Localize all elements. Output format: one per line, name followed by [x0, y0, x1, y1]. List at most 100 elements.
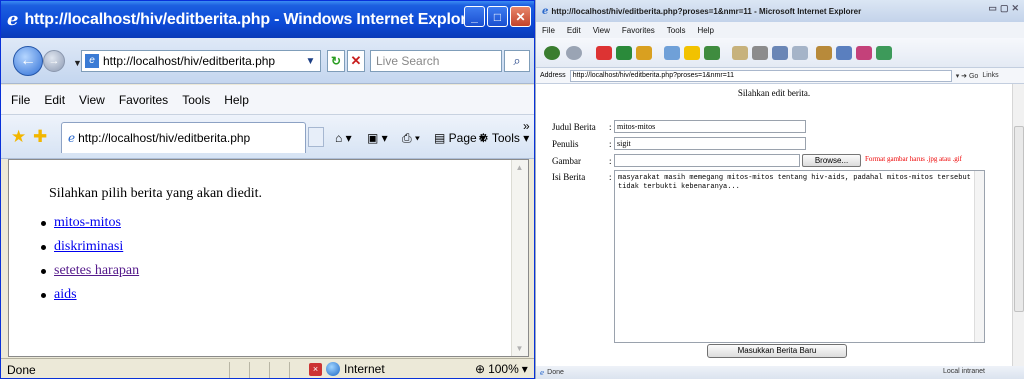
add-favorites-icon[interactable]: ✚	[33, 127, 47, 147]
intro-text: Silahkan pilih berita yang akan diedit.	[49, 186, 263, 201]
minimize-button[interactable]: _	[464, 6, 485, 27]
research-icon[interactable]	[816, 46, 832, 60]
address-field[interactable]: e http://localhost/hiv/editberita.php	[81, 50, 321, 72]
menu-favorites[interactable]: Favorites	[622, 26, 655, 35]
title-bar: e http://localhost/hiv/editberita.php - …	[1, 1, 534, 38]
back-button[interactable]: ←	[13, 46, 43, 76]
discuss-icon[interactable]	[792, 46, 808, 60]
search-input[interactable]: Live Search	[370, 50, 502, 72]
address-dropdown-icon[interactable]: ▼	[301, 50, 320, 72]
zoom-level: 100%	[488, 362, 519, 376]
zoom-control[interactable]: ⊕ 100% ▾	[475, 362, 528, 376]
favorites-icon[interactable]	[684, 46, 700, 60]
address-field[interactable]: http://localhost/hiv/editberita.php?pros…	[569, 69, 952, 82]
history-icon[interactable]	[704, 46, 720, 60]
menu-favorites[interactable]: Favorites	[119, 93, 168, 107]
maximize-button[interactable]: □	[487, 6, 508, 27]
list-item: diskriminasi	[39, 235, 139, 259]
tools-menu-label: Tools	[491, 131, 520, 145]
page-content: Silahkan edit berita. Judul Berita : mit…	[536, 84, 1012, 366]
toolbar-overflow-icon[interactable]: »	[523, 119, 530, 133]
gambar-file-input[interactable]	[614, 154, 800, 167]
zone-label: Local intranet	[942, 368, 985, 375]
menu-tools[interactable]: Tools	[182, 93, 210, 107]
menu-file[interactable]: File	[542, 26, 555, 35]
news-link[interactable]: setetes harapan	[54, 263, 139, 279]
refresh-button[interactable]: ↻	[327, 50, 345, 72]
refresh-icon[interactable]	[616, 46, 632, 60]
penulis-input[interactable]: sigit	[614, 137, 806, 150]
scroll-up-icon[interactable]: ▲	[512, 160, 527, 175]
search-icon[interactable]: ⌕	[504, 50, 530, 72]
stop-icon[interactable]	[596, 46, 612, 60]
addon-icon[interactable]	[856, 46, 872, 60]
news-link[interactable]: mitos-mitos	[54, 215, 121, 231]
forward-icon[interactable]	[566, 46, 582, 60]
scroll-down-icon[interactable]: ▼	[512, 341, 527, 356]
go-button[interactable]: ▾ ➜ Go	[956, 72, 979, 80]
menu-file[interactable]: File	[11, 93, 30, 107]
list-item: mitos-mitos	[39, 211, 139, 235]
feeds-icon[interactable]: ▣ ▾	[367, 131, 388, 145]
close-button[interactable]: ✕	[1011, 3, 1019, 14]
menu-bar: File Edit View Favorites Tools Help	[536, 22, 1024, 38]
security-zone[interactable]: × Internet	[309, 362, 385, 376]
scroll-thumb[interactable]	[1014, 126, 1024, 312]
home-icon[interactable]: ⌂ ▾	[335, 131, 352, 145]
address-text: http://localhost/hiv/editberita.php?pros…	[572, 72, 735, 79]
menu-edit[interactable]: Edit	[567, 26, 581, 35]
close-button[interactable]: ✕	[510, 6, 531, 27]
ie-logo-icon: e	[542, 5, 549, 17]
tab-label: http://localhost/hiv/editberita.php	[78, 131, 251, 145]
penulis-value: sigit	[617, 139, 631, 148]
menu-help[interactable]: Help	[697, 26, 713, 35]
menu-tools[interactable]: Tools	[667, 26, 686, 35]
home-icon[interactable]	[636, 46, 652, 60]
menu-edit[interactable]: Edit	[44, 93, 65, 107]
label-colon: :	[609, 139, 612, 149]
screenshot-stage: e http://localhost/hiv/editberita.php - …	[0, 0, 1024, 379]
address-bar-row: ← → ▼ e http://localhost/hiv/editberita.…	[1, 38, 534, 84]
textarea-scrollbar[interactable]	[974, 171, 984, 342]
minimize-button[interactable]: ▭	[988, 3, 997, 14]
vertical-scrollbar[interactable]: ▲ ▼	[511, 160, 528, 356]
news-list: mitos-mitos diskriminasi setetes harapan…	[39, 211, 139, 307]
ie-page-icon: e	[68, 131, 76, 145]
status-divider	[289, 362, 290, 378]
addon2-icon[interactable]	[876, 46, 892, 60]
favorites-star-icon[interactable]: ★	[11, 127, 26, 147]
status-bar: Done × Internet ⊕ 100% ▾	[1, 358, 534, 378]
print-icon[interactable]	[752, 46, 768, 60]
menu-view[interactable]: View	[593, 26, 610, 35]
vertical-scrollbar[interactable]	[1012, 84, 1024, 366]
bullet-icon	[41, 244, 46, 250]
penulis-label: Penulis	[552, 139, 579, 149]
print-icon[interactable]: ⎙ ▾	[402, 131, 420, 146]
stop-button[interactable]: ✕	[347, 50, 365, 72]
bullet-icon	[41, 220, 46, 226]
browse-button[interactable]: Browse...	[802, 154, 861, 167]
isi-textarea[interactable]: masyarakat masih memegang mitos-mitos te…	[614, 170, 985, 343]
messenger-icon[interactable]	[836, 46, 852, 60]
edit-icon[interactable]	[772, 46, 788, 60]
address-label: Address	[540, 72, 566, 79]
menu-view[interactable]: View	[79, 93, 105, 107]
links-button[interactable]: Links	[982, 72, 998, 79]
back-icon[interactable]	[544, 46, 560, 60]
protected-mode-icon: ×	[309, 362, 322, 376]
caption-buttons: ▭ ▢ ✕	[988, 3, 1019, 14]
submit-button[interactable]: Masukkan Berita Baru	[707, 344, 847, 358]
news-link[interactable]: aids	[54, 287, 77, 303]
new-tab-button[interactable]	[308, 127, 324, 147]
menu-help[interactable]: Help	[224, 93, 249, 107]
judul-input[interactable]: mitos-mitos	[614, 120, 806, 133]
tab-editberita[interactable]: e http://localhost/hiv/editberita.php	[61, 122, 306, 153]
ie8-window: e http://localhost/hiv/editberita.php?pr…	[535, 0, 1024, 379]
search-icon[interactable]	[664, 46, 680, 60]
tools-menu-button[interactable]: ⚙ Tools ▾	[478, 131, 529, 145]
maximize-button[interactable]: ▢	[1000, 3, 1009, 14]
page-icon: e	[85, 54, 99, 68]
mail-icon[interactable]	[732, 46, 748, 60]
news-link[interactable]: diskriminasi	[54, 239, 123, 255]
forward-button[interactable]: →	[43, 50, 65, 72]
